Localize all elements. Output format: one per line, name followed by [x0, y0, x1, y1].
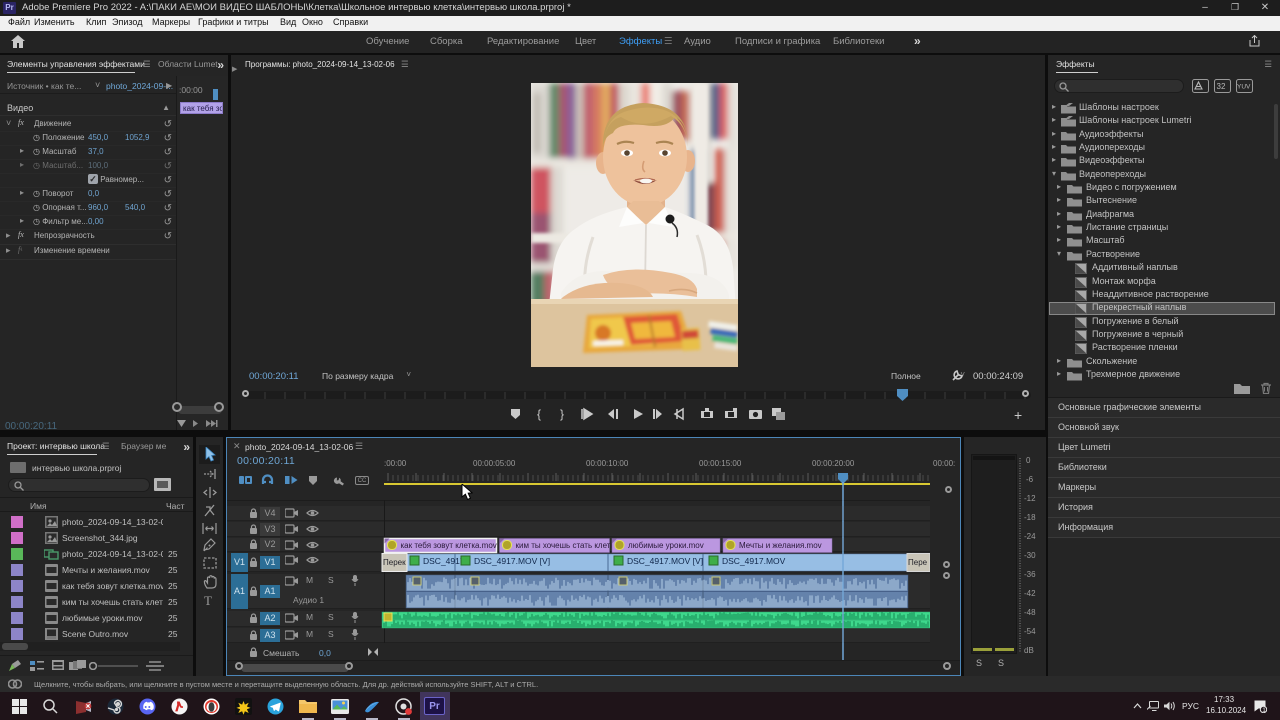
svg-text:-18: -18	[1024, 513, 1036, 522]
svg-text:DSC_4917.MOV: DSC_4917.MOV	[722, 556, 786, 566]
svg-text:Пере: Пере	[908, 558, 928, 567]
svg-text:Мечты и желания.mov: Мечты и желания.mov	[739, 541, 822, 550]
svg-text:-30: -30	[1024, 551, 1036, 560]
svg-text:32: 32	[1217, 82, 1226, 91]
svg-text:Перек: Перек	[383, 558, 406, 567]
svg-text:DSC_4917.MOV [V]: DSC_4917.MOV [V]	[474, 556, 550, 566]
svg-text:1: 1	[1262, 707, 1266, 713]
svg-text:DSC_4917.MOV [V]: DSC_4917.MOV [V]	[627, 556, 703, 566]
svg-text:-24: -24	[1024, 532, 1036, 541]
svg-text:dB: dB	[1024, 646, 1034, 655]
svg-text:{: {	[537, 407, 541, 421]
svg-text:-54: -54	[1024, 627, 1036, 636]
svg-text:-12: -12	[1024, 494, 1036, 503]
svg-text:}: }	[560, 407, 564, 421]
svg-text:-36: -36	[1024, 570, 1036, 579]
svg-text:любимые уроки.mov: любимые уроки.mov	[628, 541, 704, 550]
svg-text:-6: -6	[1026, 475, 1034, 484]
svg-text:-48: -48	[1024, 608, 1036, 617]
svg-text:как тебя зовут клетка.mov: как тебя зовут клетка.mov	[401, 541, 497, 550]
svg-text:0: 0	[1026, 456, 1031, 465]
svg-text:YUV: YUV	[1237, 84, 1251, 91]
svg-text:-42: -42	[1024, 589, 1036, 598]
svg-text:DSC_4917: DSC_4917	[423, 556, 465, 566]
